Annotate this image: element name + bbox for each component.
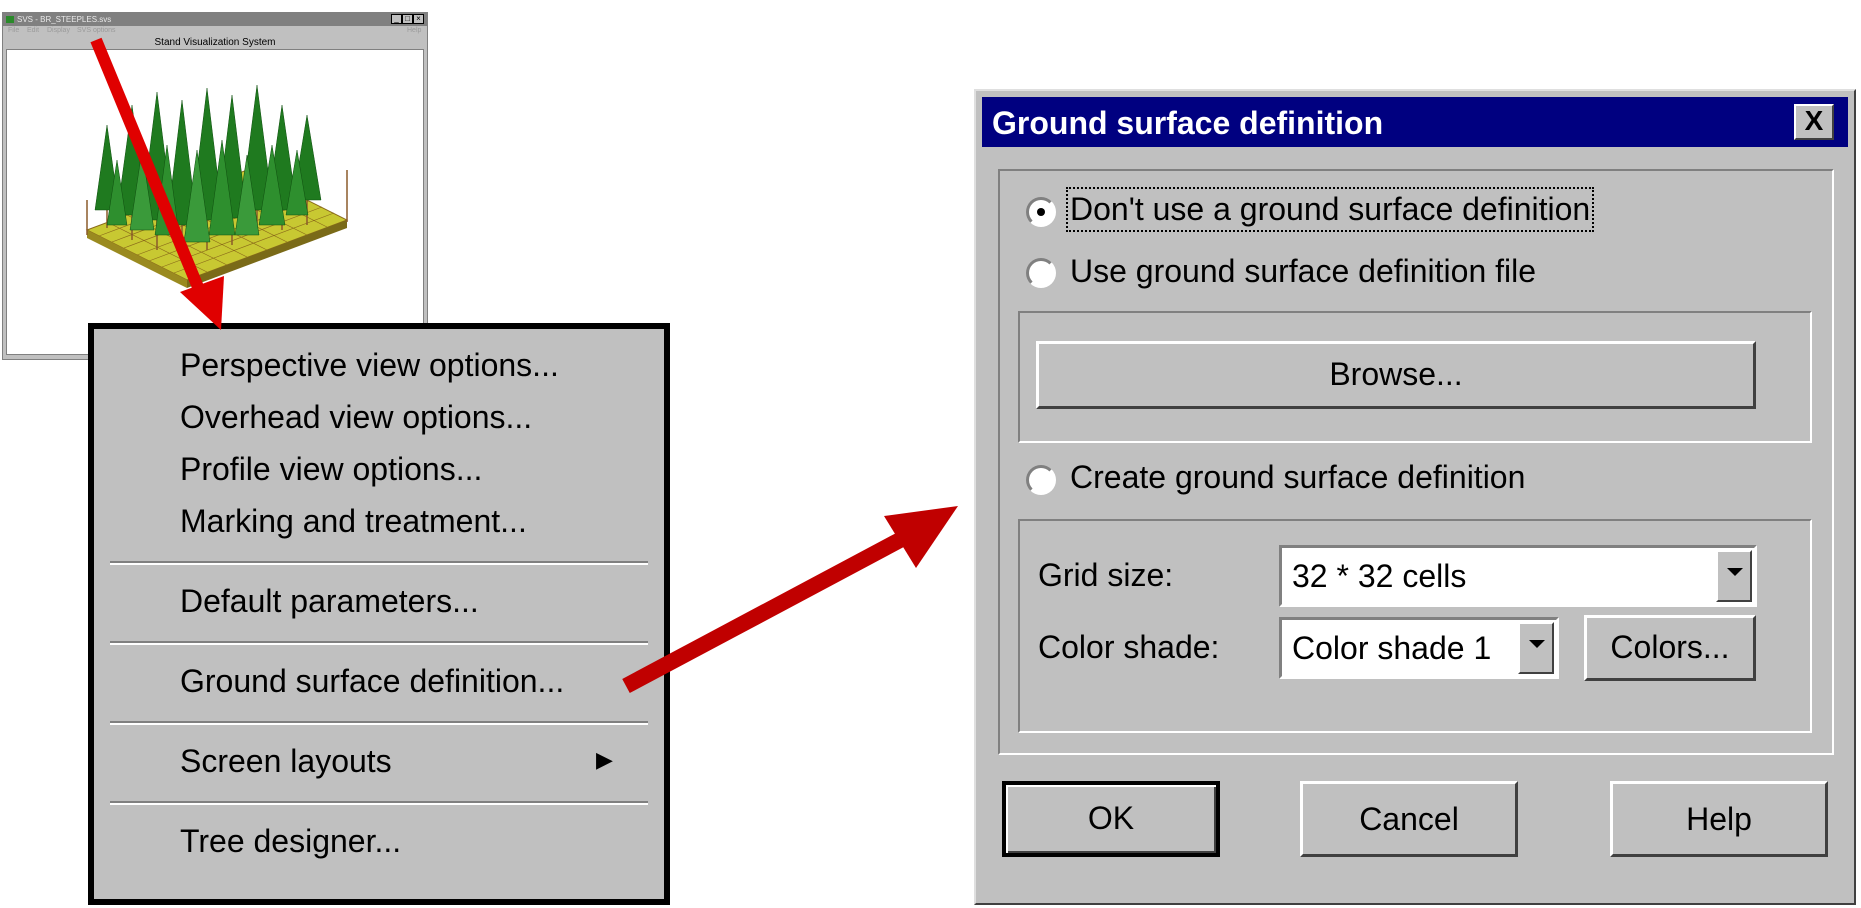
arrow-to-menu	[90, 37, 224, 330]
arrow-to-dialog	[622, 506, 958, 694]
annotation-arrows	[90, 37, 958, 694]
